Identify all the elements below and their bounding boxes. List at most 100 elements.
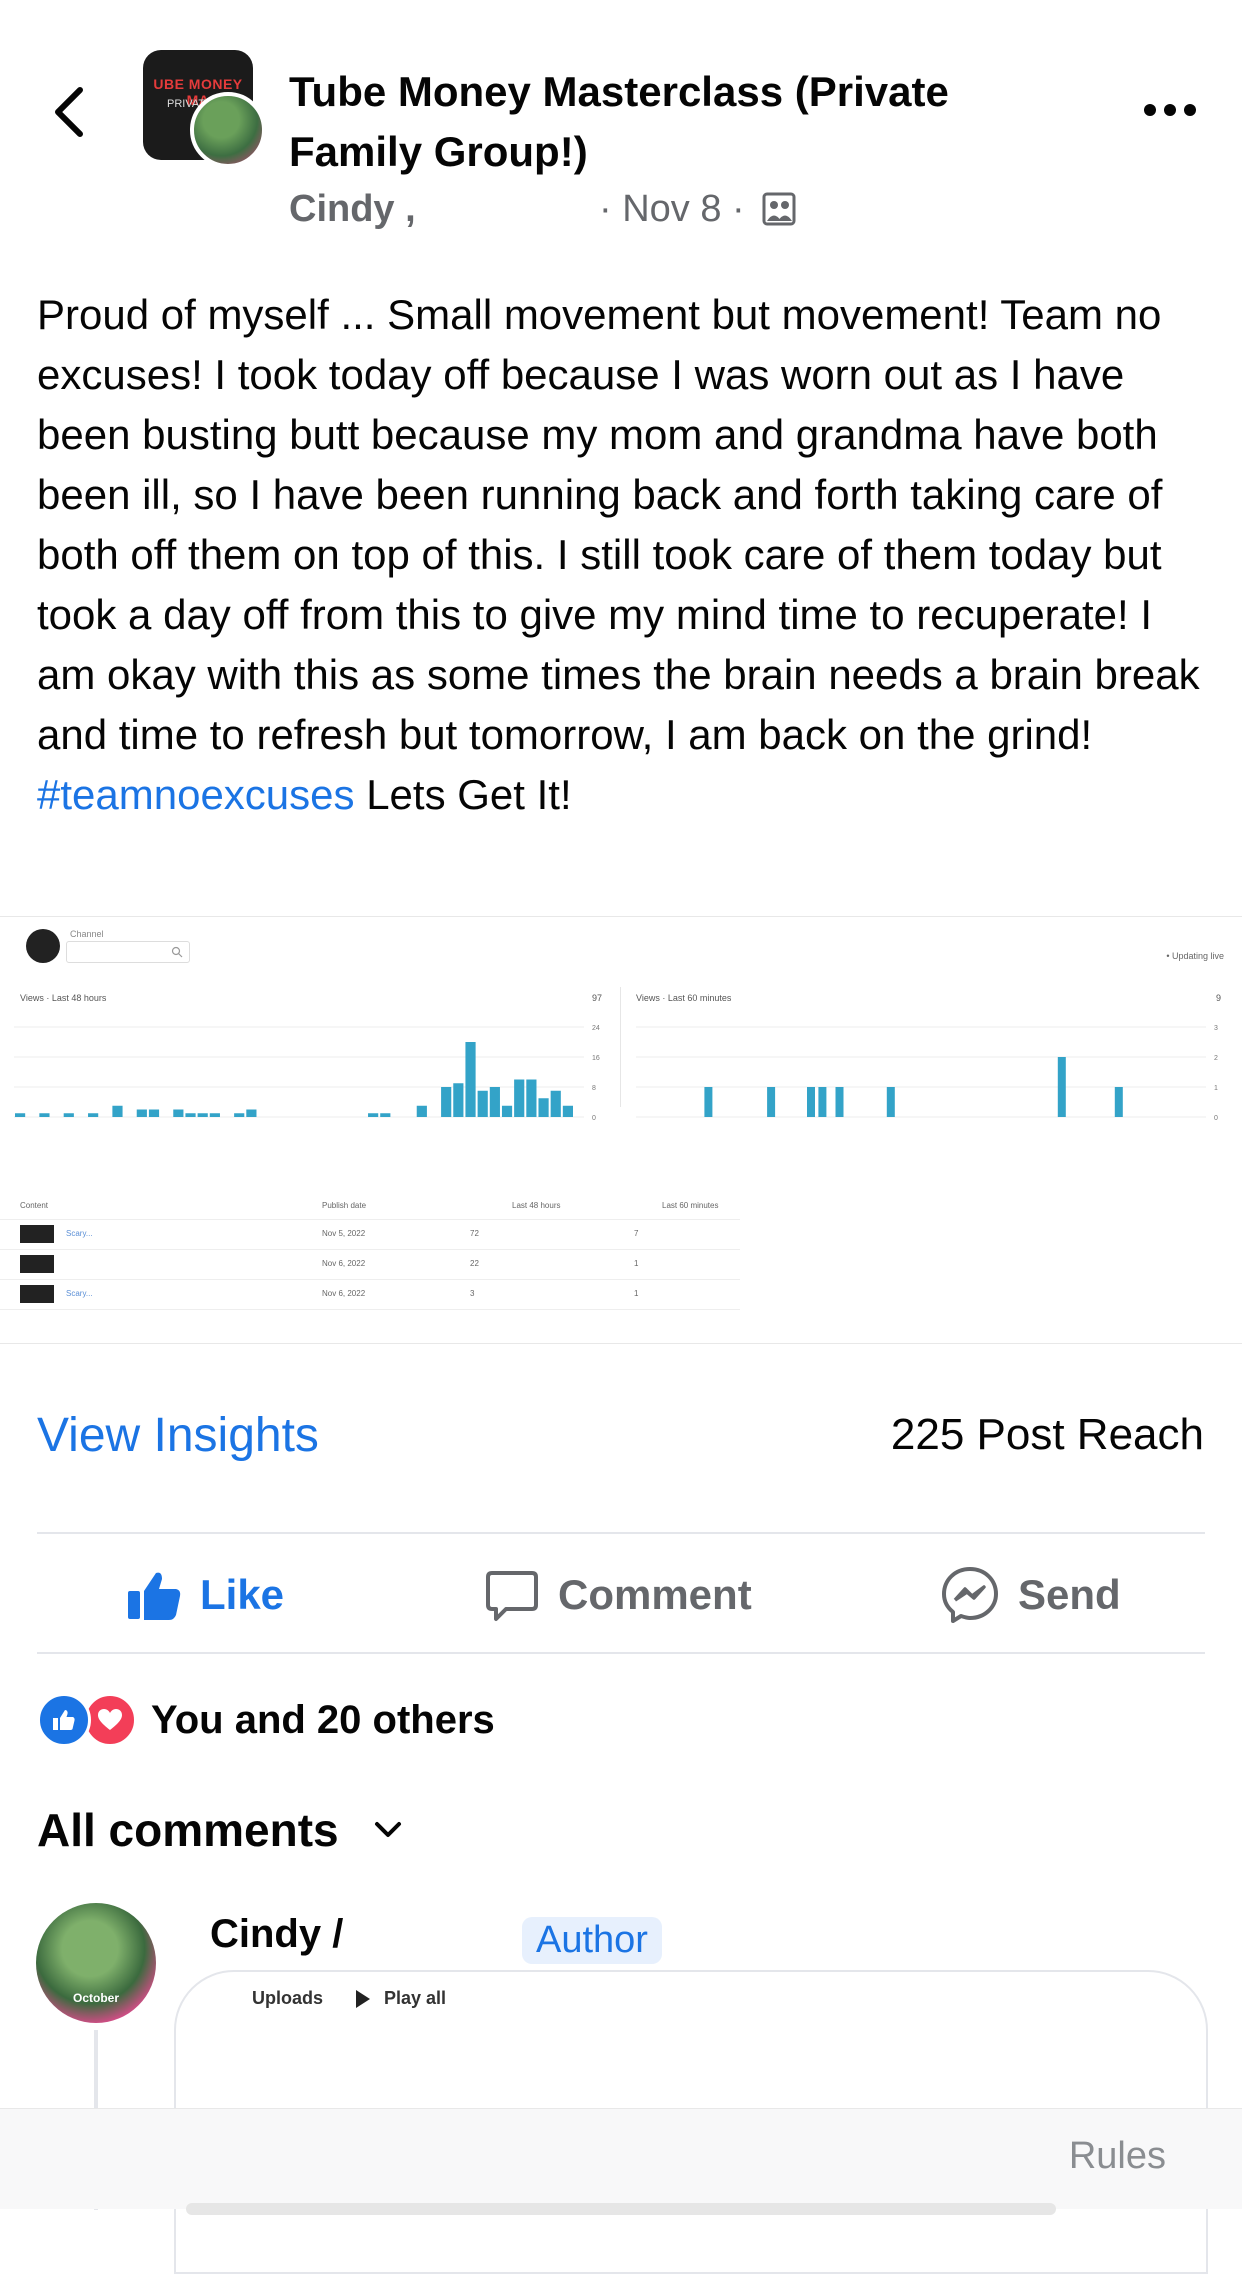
- chart-bar: [88, 1113, 99, 1117]
- post-tail-text: Lets Get It!: [354, 771, 572, 818]
- reactions-summary[interactable]: You and 20 others: [37, 1693, 495, 1747]
- chart-bar: [197, 1113, 208, 1117]
- table-header: Content: [20, 1201, 49, 1210]
- uploads-label: Uploads: [252, 1988, 324, 2008]
- channel-search: [66, 941, 190, 963]
- video-thumbnail: [20, 1225, 54, 1243]
- group-privacy-icon: [762, 192, 796, 226]
- tick-label: 0: [592, 1115, 596, 1122]
- publish-date: Nov 6, 2022: [322, 1289, 366, 1298]
- view-insights-link[interactable]: View Insights: [37, 1408, 319, 1463]
- updating-live-label: • Updating live: [1166, 951, 1224, 961]
- post-date: · Nov 8 ·: [599, 188, 797, 231]
- post-image[interactable]: Channel • Updating live Views · Last 48 …: [0, 916, 1242, 1344]
- post-body: Proud of myself ... Small movement but m…: [37, 285, 1212, 825]
- views-48h: 72: [470, 1229, 479, 1238]
- reactions-text: You and 20 others: [151, 1697, 495, 1742]
- tick-label: 0: [1214, 1115, 1218, 1122]
- divider: [37, 1652, 1205, 1654]
- chevron-down-icon: [374, 1822, 401, 1837]
- post-date-text: · Nov 8 ·: [599, 188, 745, 230]
- chart-bar: [514, 1079, 525, 1117]
- chart-bar: [704, 1087, 713, 1117]
- table-row: Nov 6, 2022 22 1: [0, 1249, 740, 1280]
- divider: [37, 1532, 1205, 1534]
- messenger-icon: [942, 1567, 998, 1623]
- chart-bar: [39, 1113, 50, 1117]
- chart-bar: [526, 1079, 537, 1117]
- table-row: Scary... Nov 6, 2022 3 1: [0, 1279, 740, 1310]
- table-header: Last 48 hours: [512, 1201, 561, 1210]
- channel-label: Channel: [70, 929, 104, 939]
- thumbs-up-icon: [128, 1572, 181, 1620]
- chart-bar: [562, 1105, 573, 1117]
- chart-bar: [380, 1113, 391, 1117]
- chart-bar: [112, 1105, 123, 1117]
- chart-bar: [246, 1109, 257, 1117]
- send-button[interactable]: Send: [940, 1565, 1121, 1625]
- author-name[interactable]: Cindy ,: [289, 188, 416, 230]
- video-thumbnail: [20, 1285, 54, 1303]
- chart-bar: [818, 1087, 827, 1117]
- table-header: Publish date: [322, 1201, 367, 1210]
- chart-bar: [489, 1087, 500, 1117]
- chart-bar: [501, 1105, 513, 1117]
- chart-bar: [416, 1105, 427, 1117]
- search-icon: [171, 946, 183, 958]
- left-chart-total: 97: [592, 993, 603, 1003]
- left-views-chart: 24 16 8 0: [14, 1025, 600, 1122]
- more-options-icon[interactable]: [1142, 100, 1198, 120]
- chart-bar: [234, 1113, 245, 1117]
- channel-avatar: [26, 929, 60, 963]
- post-reach-text: 225 Post Reach: [890, 1410, 1204, 1459]
- send-label: Send: [1018, 1571, 1121, 1618]
- commenter-avatar[interactable]: October: [36, 1903, 156, 2023]
- chart-bar: [148, 1109, 160, 1117]
- group-name[interactable]: Tube Money Masterclass (Private Family G…: [289, 62, 1049, 182]
- bottom-bar: Rules: [0, 2108, 1242, 2215]
- chart-divider: [620, 987, 621, 1107]
- home-indicator: [186, 2203, 1056, 2215]
- tick-label: 1: [1214, 1085, 1218, 1092]
- chart-bar: [767, 1087, 776, 1117]
- rules-link[interactable]: Rules: [1069, 2135, 1166, 2178]
- chart-bar: [136, 1109, 147, 1117]
- chart-bar: [1057, 1057, 1066, 1117]
- chart-bar: [477, 1090, 488, 1117]
- video-title: Scary...: [66, 1289, 93, 1298]
- like-reaction-icon: [37, 1693, 91, 1747]
- author-badge: Author: [522, 1917, 662, 1964]
- back-chevron-icon[interactable]: [50, 82, 90, 142]
- chart-bar: [63, 1113, 74, 1117]
- post-body-text: Proud of myself ... Small movement but m…: [37, 291, 1200, 758]
- comment-label: Comment: [558, 1571, 752, 1618]
- love-reaction-icon: [83, 1693, 137, 1747]
- play-all-button[interactable]: Play all: [356, 1988, 446, 2009]
- like-label: Like: [200, 1571, 285, 1618]
- commenter-name[interactable]: Cindy /: [210, 1912, 343, 1957]
- right-chart-title: Views · Last 60 minutes: [636, 993, 732, 1003]
- comment-bubble-icon: [486, 1571, 538, 1621]
- tick-label: 8: [592, 1085, 596, 1092]
- hashtag-link[interactable]: #teamnoexcuses: [37, 771, 355, 818]
- comments-sort-dropdown[interactable]: All comments: [37, 1803, 403, 1857]
- tick-label: 24: [592, 1025, 600, 1032]
- right-chart-total: 9: [1216, 993, 1222, 1003]
- chart-bar: [886, 1087, 895, 1117]
- tick-label: 2: [1214, 1055, 1218, 1062]
- author-avatar[interactable]: [190, 92, 266, 168]
- views-48h: 22: [470, 1259, 479, 1268]
- right-views-chart: 3 2 1 0: [636, 1025, 1218, 1122]
- views-60m: 7: [634, 1229, 639, 1238]
- play-all-label: Play all: [384, 1988, 447, 2008]
- like-button[interactable]: Like: [126, 1565, 284, 1625]
- left-chart-title: Views · Last 48 hours: [20, 993, 107, 1003]
- tick-label: 3: [1214, 1025, 1218, 1032]
- table-row: Scary... Nov 5, 2022 72 7: [0, 1219, 740, 1250]
- comments-sort-label: All comments: [37, 1804, 339, 1856]
- chart-bar: [368, 1113, 379, 1117]
- comment-button[interactable]: Comment: [484, 1565, 752, 1625]
- chart-bar: [550, 1090, 561, 1117]
- table-header: Last 60 minutes: [662, 1201, 719, 1210]
- views-60m: 1: [634, 1289, 639, 1298]
